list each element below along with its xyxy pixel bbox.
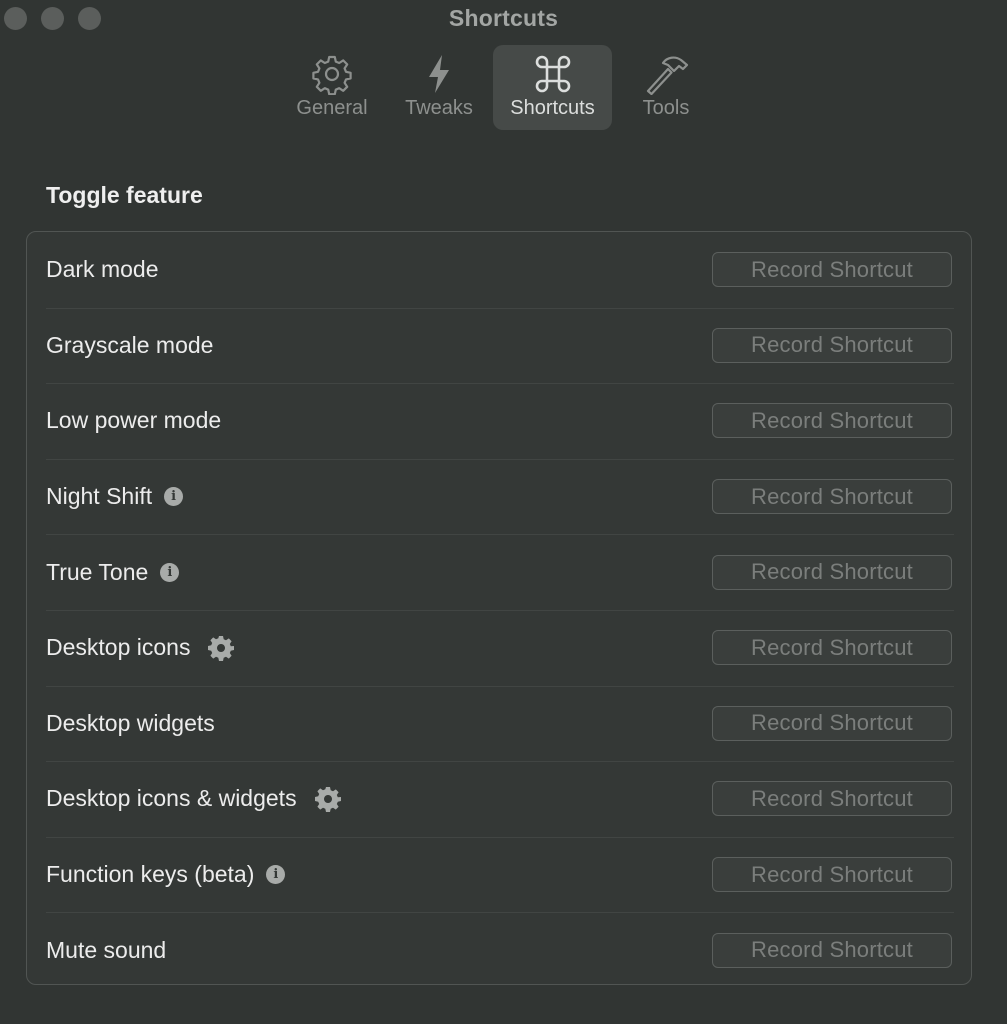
row-label: Desktop icons & widgets xyxy=(46,785,297,812)
lightning-bolt-icon xyxy=(418,53,460,95)
shortcut-row-true-tone: True Tone i Record Shortcut xyxy=(46,534,954,611)
record-shortcut-button[interactable]: Record Shortcut xyxy=(712,403,952,439)
tab-tweaks-label: Tweaks xyxy=(405,97,473,119)
info-icon[interactable]: i xyxy=(164,487,184,507)
row-label: Low power mode xyxy=(46,407,222,434)
row-label: Grayscale mode xyxy=(46,331,214,358)
record-shortcut-button[interactable]: Record Shortcut xyxy=(712,252,952,288)
tab-general[interactable]: General xyxy=(277,45,387,130)
shortcut-row-dark-mode: Dark mode Record Shortcut xyxy=(46,232,954,309)
shortcut-row-low-power-mode: Low power mode Record Shortcut xyxy=(46,383,954,460)
tab-shortcuts[interactable]: Shortcuts xyxy=(493,45,612,130)
record-shortcut-button[interactable]: Record Shortcut xyxy=(712,705,952,741)
preferences-toolbar: General Tweaks Shortcuts Tools xyxy=(0,45,1007,130)
window-title: Shortcuts xyxy=(448,5,559,31)
tab-general-label: General xyxy=(296,97,368,119)
record-shortcut-button[interactable]: Record Shortcut xyxy=(712,857,952,893)
row-label: Desktop icons xyxy=(46,634,191,661)
row-label: Dark mode xyxy=(46,256,159,283)
info-icon[interactable]: i xyxy=(266,865,286,885)
record-shortcut-button[interactable]: Record Shortcut xyxy=(712,781,952,817)
command-key-icon xyxy=(532,53,574,95)
gear-icon[interactable] xyxy=(314,786,341,812)
record-shortcut-button[interactable]: Record Shortcut xyxy=(712,554,952,590)
shortcut-row-desktop-widgets: Desktop widgets Record Shortcut xyxy=(46,686,954,763)
shortcut-row-desktop-icons: Desktop icons Record Shortcut xyxy=(46,610,954,687)
record-shortcut-button[interactable]: Record Shortcut xyxy=(712,932,952,968)
shortcut-row-function-keys: Function keys (beta) i Record Shortcut xyxy=(46,837,954,914)
gear-icon[interactable] xyxy=(208,635,235,661)
row-label: Function keys (beta) xyxy=(46,861,255,888)
shortcut-row-mute-sound: Mute sound Record Shortcut xyxy=(46,912,954,988)
record-shortcut-button[interactable]: Record Shortcut xyxy=(712,327,952,363)
section-title: Toggle feature xyxy=(46,182,203,208)
row-label: True Tone xyxy=(46,558,149,585)
shortcut-row-night-shift: Night Shift i Record Shortcut xyxy=(46,459,954,536)
tab-tools-label: Tools xyxy=(642,97,690,119)
tab-shortcuts-label: Shortcuts xyxy=(510,97,595,119)
record-shortcut-button[interactable]: Record Shortcut xyxy=(712,630,952,666)
gear-icon xyxy=(311,53,353,95)
tab-tweaks[interactable]: Tweaks xyxy=(384,45,494,130)
shortcut-row-grayscale-mode: Grayscale mode Record Shortcut xyxy=(46,308,954,385)
row-label: Desktop widgets xyxy=(46,709,215,736)
shortcuts-panel: Dark mode Record Shortcut Grayscale mode… xyxy=(26,231,972,985)
tab-tools[interactable]: Tools xyxy=(611,45,721,130)
row-label: Mute sound xyxy=(46,936,167,963)
shortcut-row-desktop-icons-widgets: Desktop icons & widgets Record Shortcut xyxy=(46,761,954,838)
hammer-icon xyxy=(643,53,689,95)
info-icon[interactable]: i xyxy=(160,562,180,582)
record-shortcut-button[interactable]: Record Shortcut xyxy=(712,479,952,515)
row-label: Night Shift xyxy=(46,483,153,510)
